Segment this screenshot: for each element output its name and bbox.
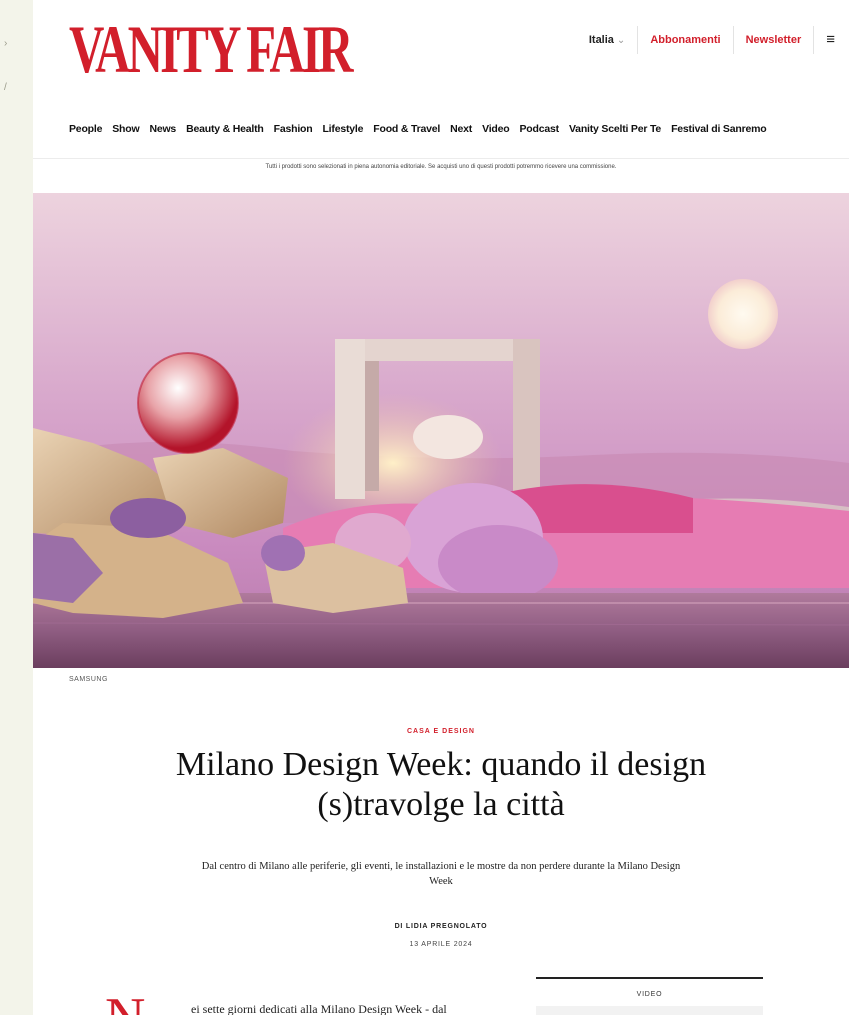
drop-cap: N: [105, 990, 145, 1015]
nav-item-podcast[interactable]: Podcast: [520, 123, 560, 135]
video-label: VIDEO: [636, 991, 663, 998]
nav-item-lifestyle[interactable]: Lifestyle: [322, 123, 363, 135]
nav-item-people[interactable]: People: [69, 123, 102, 135]
article-title: Milano Design Week: quando il design (s)…: [175, 746, 707, 823]
language-selector[interactable]: Italia ⌄: [577, 26, 637, 54]
photo-credit: SAMSUNG: [69, 676, 108, 683]
header-utility-links: Italia ⌄ Abbonamenti Newsletter ≡: [577, 26, 849, 54]
nav-item-fashion[interactable]: Fashion: [274, 123, 313, 135]
nav-item-video[interactable]: Video: [482, 123, 510, 135]
article-page: VANITY FAIR Italia ⌄ Abbonamenti Newslett…: [33, 0, 849, 1015]
nav-item-vanity-scelti[interactable]: Vanity Scelti Per Te: [569, 123, 661, 135]
nav-item-sanremo[interactable]: Festival di Sanremo: [671, 123, 767, 135]
article-dek: Dal centro di Milano alle periferie, gli…: [201, 861, 681, 887]
article-body-text: ei sette giorni dedicati alla Milano Des…: [191, 1002, 447, 1015]
language-label: Italia: [588, 34, 614, 46]
nav-item-news[interactable]: News: [149, 123, 176, 135]
chevron-down-icon: ⌄: [616, 35, 626, 46]
hero-artwork: [33, 193, 849, 668]
subscriptions-link[interactable]: Abbonamenti: [637, 26, 732, 54]
nav-item-beauty-health[interactable]: Beauty & Health: [186, 123, 264, 135]
hero-image[interactable]: [33, 193, 849, 668]
video-divider: [536, 977, 763, 979]
strip-mark: /: [4, 82, 7, 93]
vanity-fair-logo[interactable]: VANITY FAIR: [69, 14, 354, 84]
nav-item-food-travel[interactable]: Food & Travel: [373, 123, 440, 135]
article-rubric[interactable]: CASA E DESIGN: [33, 728, 849, 735]
hamburger-menu-icon[interactable]: ≡: [813, 26, 849, 54]
site-header: VANITY FAIR Italia ⌄ Abbonamenti Newslett…: [33, 0, 849, 100]
newsletter-link[interactable]: Newsletter: [732, 26, 814, 54]
main-navigation: People Show News Beauty & Health Fashion…: [33, 100, 849, 159]
article-byline[interactable]: DI LIDIA PREGNOLATO: [33, 923, 849, 930]
article-date: 13 APRILE 2024: [409, 941, 473, 948]
strip-mark: ›: [4, 38, 8, 49]
left-browser-strip: › /: [0, 0, 33, 1015]
nav-item-show[interactable]: Show: [112, 123, 139, 135]
affiliate-disclaimer: Tutti i prodotti sono selezionati in pie…: [265, 164, 617, 170]
video-player[interactable]: [536, 1006, 763, 1015]
nav-item-next[interactable]: Next: [450, 123, 472, 135]
